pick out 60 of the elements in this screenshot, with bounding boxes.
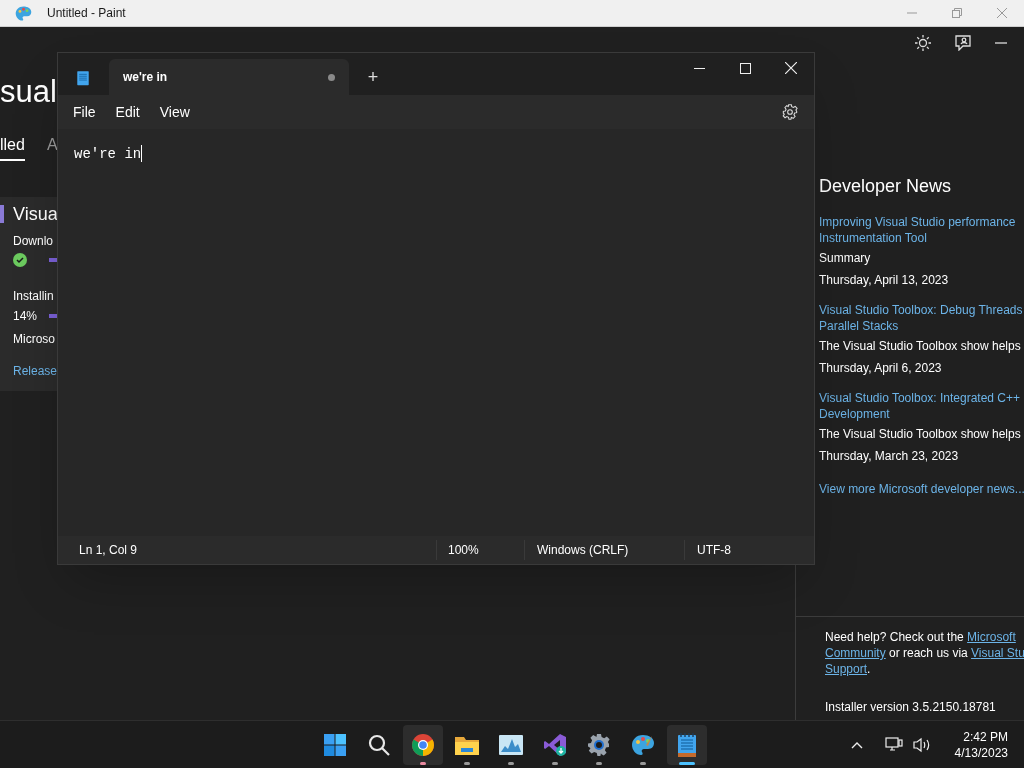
news-link[interactable]: Visual Studio Toolbox: Integrated C++ Development (819, 390, 1024, 422)
browser-icon (411, 732, 435, 757)
check-icon (13, 253, 27, 267)
help-text: or reach us via (888, 645, 969, 661)
news-date: Thursday, March 23, 2023 (819, 448, 960, 464)
news-summary: Summary (819, 250, 872, 266)
help-link[interactable]: Visual Stu (971, 645, 1024, 661)
volume-icon[interactable] (912, 736, 931, 753)
news-link[interactable]: Improving Visual Studio performance Instrumentation Tool (819, 214, 1024, 246)
news-date: Thursday, April 13, 2023 (819, 272, 950, 288)
help-link[interactable]: Community (825, 645, 886, 661)
tab[interactable]: A (46, 133, 58, 161)
theme-icon[interactable] (915, 35, 931, 51)
menu-item[interactable]: View (149, 98, 200, 126)
notepad-icon (676, 731, 698, 758)
taskbar-button[interactable] (667, 724, 707, 765)
more-news-link[interactable]: View more Microsoft developer news... (819, 480, 1024, 498)
editor-text: we're in (74, 145, 142, 163)
news-heading: Developer News (819, 175, 953, 198)
news-summary: The Visual Studio Toolbox show helps (819, 426, 1022, 442)
palette-icon (15, 4, 32, 22)
gear-icon (587, 732, 611, 757)
status-text: UTF-8 (684, 540, 814, 560)
status-text: 100% (436, 540, 524, 560)
publisher-text: Microso (13, 331, 55, 348)
accent-bar (0, 205, 4, 223)
news-date: Thursday, April 6, 2023 (819, 360, 943, 376)
menu-item[interactable]: File (63, 98, 106, 126)
install-label: Installin (13, 288, 54, 305)
text-cursor (141, 145, 143, 162)
tab[interactable]: we're in (109, 59, 349, 95)
status-text: Windows (CRLF) (524, 540, 684, 560)
feedback-icon[interactable] (955, 35, 971, 51)
windows-logo-icon (323, 732, 347, 757)
page-heading: sual (0, 73, 57, 111)
installer-version: Installer version 3.5.2150.18781 (825, 699, 997, 715)
taskbar-button[interactable] (403, 724, 443, 765)
clock[interactable]: 2:42 PM 4/13/2023 (954, 728, 1008, 761)
network-icon[interactable] (884, 736, 903, 753)
settings-icon[interactable] (782, 104, 798, 120)
menu-item[interactable]: Edit (105, 98, 150, 126)
chevron-up-icon[interactable] (850, 740, 863, 749)
status-text: Ln 1, Col 9 (78, 542, 139, 559)
help-link[interactable]: Microsoft (967, 629, 1016, 645)
release-link[interactable]: Release (13, 362, 58, 380)
window-title: Untitled - Paint (47, 5, 126, 22)
maximize-icon[interactable] (739, 62, 751, 74)
tab[interactable]: lled (0, 133, 25, 161)
product-name: Visua (13, 203, 58, 226)
help-text: Need help? Check out the (825, 629, 965, 645)
new-tab-button[interactable]: + (361, 65, 385, 89)
help-text: . (867, 661, 871, 677)
chart-window-icon (498, 733, 524, 756)
download-label: Downlo (13, 233, 54, 250)
news-summary: The Visual Studio Toolbox show helps (819, 338, 1022, 354)
news-link[interactable]: Visual Studio Toolbox: Debug Threads Parallel Stacks (819, 302, 1024, 334)
palette-icon (631, 732, 655, 757)
search-icon (367, 732, 391, 757)
notepad-icon (76, 69, 90, 86)
install-percent: 14% (13, 308, 37, 325)
